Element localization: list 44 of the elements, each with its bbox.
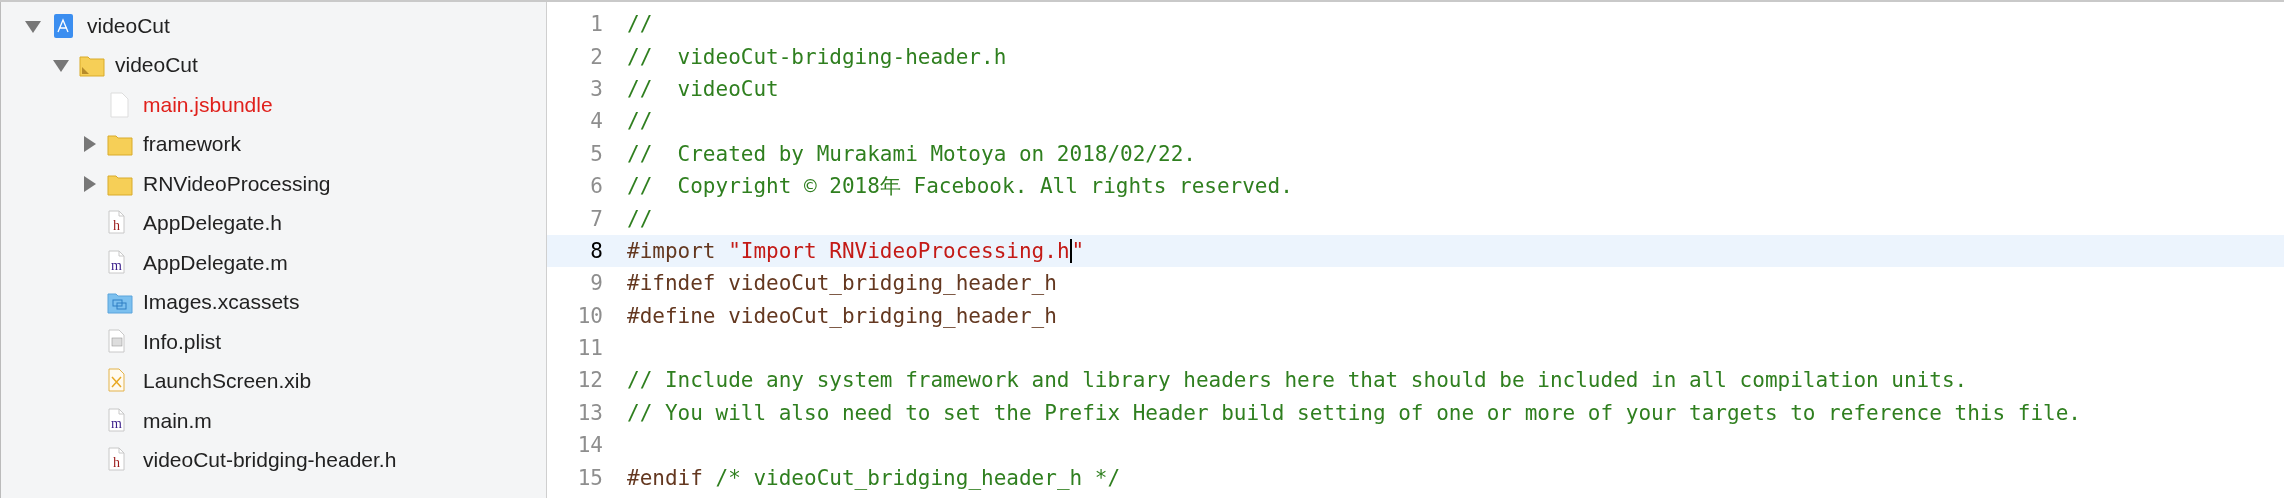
navigator-item[interactable]: AppDelegate.h <box>143 211 282 236</box>
line-number: 15 <box>576 465 604 490</box>
line-number: 2 <box>589 44 604 69</box>
navigator-item[interactable]: Info.plist <box>143 329 222 354</box>
line-number: 10 <box>576 303 604 328</box>
code-token: "Import RNVideoProcessing.h <box>728 238 1070 263</box>
line-number: 13 <box>576 400 604 425</box>
code-token: " <box>1071 238 1085 263</box>
line-number: 12 <box>576 368 604 393</box>
code-token: // videoCut <box>627 76 779 101</box>
line-number: 8 <box>589 238 604 263</box>
navigator-item[interactable]: videoCut-bridging-header.h <box>143 448 397 473</box>
navigator-item[interactable]: LaunchScreen.xib <box>143 369 312 394</box>
navigator-item[interactable]: videoCut <box>115 53 198 78</box>
navigator-item[interactable]: AppDelegate.m <box>143 250 288 275</box>
line-number: 6 <box>589 174 604 199</box>
navigator-item[interactable]: framework <box>143 132 242 157</box>
navigator-item[interactable]: videoCut <box>87 13 170 38</box>
code-token: // <box>627 12 653 37</box>
line-number: 14 <box>576 433 604 458</box>
line-number: 11 <box>576 336 604 361</box>
code-token: #import <box>627 238 717 263</box>
line-number: 7 <box>589 206 604 231</box>
code-token: // Created by Murakami Motoya on 2018/02/22. <box>627 141 1196 166</box>
line-number: 5 <box>589 141 604 166</box>
code-token: /* videoCut_bridging_header_h */ <box>715 465 1121 490</box>
code-token: #endif <box>627 465 704 490</box>
navigator-item[interactable]: RNVideoProcessing <box>143 171 331 196</box>
navigator-item[interactable]: Images.xcassets <box>143 290 300 315</box>
code-token: // videoCut-bridging-header.h <box>627 44 1007 69</box>
code-token: // <box>627 109 653 134</box>
line-number: 4 <box>589 109 604 134</box>
code-token: // Copyright © 2018年 Facebook. All rights reserved. <box>627 173 1293 201</box>
line-number: 3 <box>589 76 604 101</box>
code-token: // Include any system framework and library headers here that should be included in all compilation units. <box>627 368 1968 393</box>
line-number: 1 <box>589 12 604 37</box>
navigator-item[interactable]: main.jsbundle <box>143 92 273 117</box>
code-token: // You will also need to set the Prefix Header build setting of one or more of your targets to reference this file. <box>627 400 2081 425</box>
code-token: #define videoCut_bridging_header_h <box>627 303 1057 328</box>
line-number: 9 <box>589 271 604 296</box>
navigator-item[interactable]: main.m <box>143 408 212 433</box>
code-token: // <box>627 206 653 231</box>
code-token: #ifndef videoCut_bridging_header_h <box>627 271 1057 296</box>
text-cursor <box>1069 238 1072 263</box>
